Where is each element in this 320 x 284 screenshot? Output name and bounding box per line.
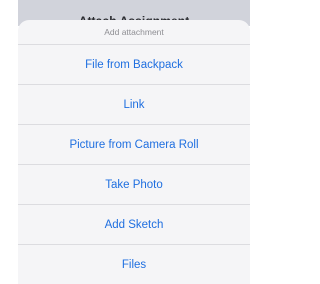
attachment-action-sheet: Add attachment File from Backpack Link P… — [18, 20, 250, 284]
option-label: Take Photo — [105, 178, 163, 191]
option-label: Add Sketch — [104, 218, 164, 231]
option-label: Link — [123, 98, 145, 111]
take-photo-option[interactable]: Take Photo — [18, 165, 250, 205]
link-option[interactable]: Link — [18, 85, 250, 125]
files-option[interactable]: Files — [18, 245, 250, 284]
picture-from-camera-roll-option[interactable]: Picture from Camera Roll — [18, 125, 250, 165]
option-label: File from Backpack — [85, 58, 183, 71]
action-sheet-header: Add attachment — [18, 20, 250, 45]
option-label: Picture from Camera Roll — [69, 138, 199, 151]
action-sheet-title: Add attachment — [104, 27, 164, 37]
file-from-backpack-option[interactable]: File from Backpack — [18, 45, 250, 85]
option-label: Files — [121, 259, 147, 271]
add-sketch-option[interactable]: Add Sketch — [18, 205, 250, 245]
